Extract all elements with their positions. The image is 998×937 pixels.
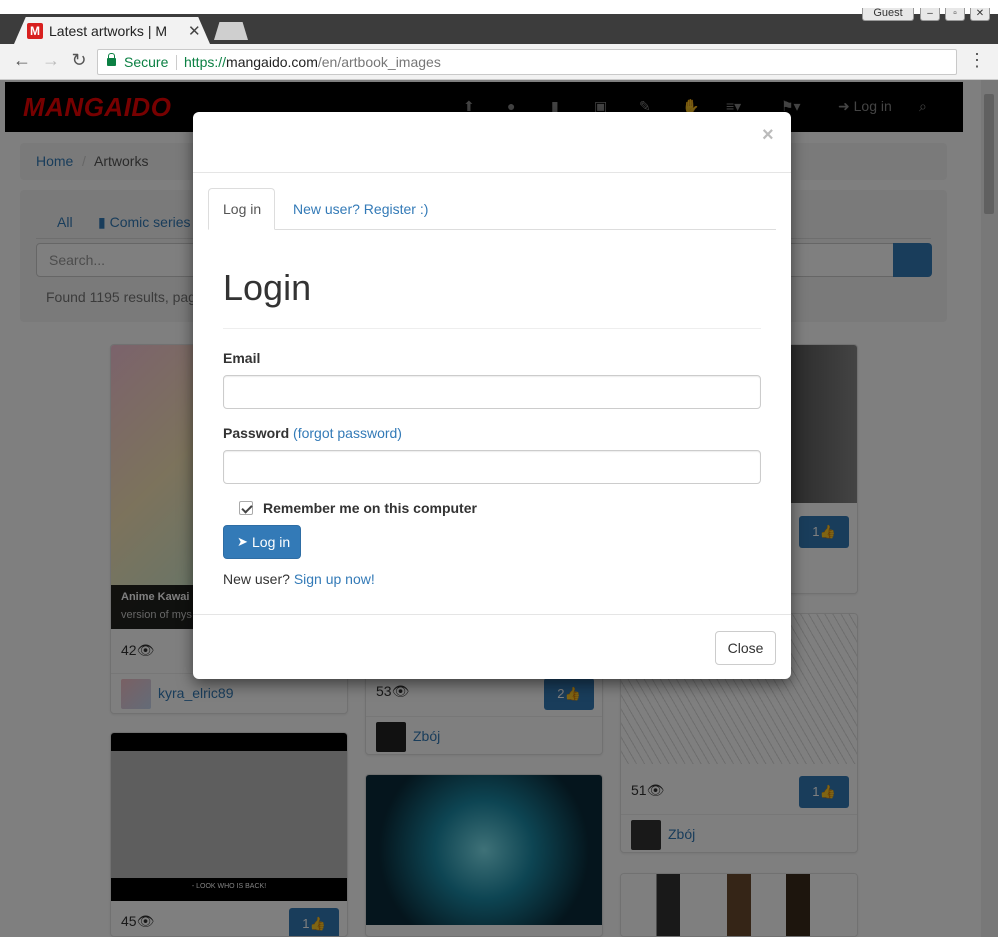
login-title: Login	[223, 267, 312, 308]
os-top-bar	[0, 0, 998, 14]
url-text: https://mangaido.com/en/artbook_images	[184, 54, 441, 70]
login-submit-label: Log in	[252, 534, 291, 550]
tab-register[interactable]: New user? Register :)	[293, 201, 428, 217]
remember-checkbox[interactable]	[239, 501, 253, 515]
tab-login[interactable]: Log in	[208, 188, 275, 230]
title-divider	[223, 328, 761, 329]
browser-tab[interactable]: M Latest artworks | M ✕	[14, 17, 210, 44]
password-field[interactable]	[223, 450, 761, 484]
email-label: Email	[223, 350, 261, 366]
tab-login-label: Log in	[223, 201, 262, 217]
remember-label[interactable]: Remember me on this computer	[263, 500, 477, 516]
tab-title: Latest artworks | M	[49, 23, 168, 39]
forward-icon[interactable]: →	[40, 50, 62, 71]
browser-toolbar: ← → ↻ Secure https://mangaido.com/en/art…	[0, 44, 998, 80]
lock-icon	[107, 53, 116, 66]
login-submit-button[interactable]: ➤ Log in	[223, 525, 301, 559]
modal-tabs-divider	[208, 229, 776, 230]
url-host: mangaido.com	[226, 54, 318, 70]
forgot-password-link[interactable]: (forgot password)	[293, 425, 402, 441]
profile-button[interactable]: Guest	[862, 8, 914, 21]
new-tab-button[interactable]	[214, 22, 248, 40]
modal-close-icon[interactable]: ×	[762, 124, 774, 147]
send-icon: ➤	[237, 534, 248, 549]
back-icon[interactable]: ←	[11, 50, 33, 71]
modal-header-divider	[193, 172, 791, 173]
window-close-icon[interactable]: ✕	[970, 8, 990, 21]
signup-link[interactable]: Sign up now!	[294, 571, 375, 587]
maximize-icon[interactable]: ▫	[945, 8, 965, 21]
omnibox-separator	[176, 55, 177, 70]
address-bar[interactable]: Secure https://mangaido.com/en/artbook_i…	[97, 49, 957, 75]
favicon-icon: M	[27, 23, 43, 39]
browser-tabstrip: M Latest artworks | M ✕	[0, 14, 998, 44]
secure-label: Secure	[124, 54, 169, 70]
reload-icon[interactable]: ↻	[68, 50, 90, 71]
login-modal: × Log in New user? Register :) Login Ema…	[193, 112, 791, 679]
minimize-icon[interactable]: –	[920, 8, 940, 21]
tab-close-icon[interactable]: ✕	[188, 22, 201, 40]
new-user-row: New user? Sign up now!	[223, 571, 375, 587]
close-button[interactable]: Close	[715, 631, 776, 665]
new-user-text: New user?	[223, 571, 290, 587]
browser-menu-icon[interactable]: ⋮	[968, 50, 986, 71]
password-label: Password	[223, 425, 290, 441]
password-label-row: Password (forgot password)	[223, 425, 402, 441]
url-scheme: https://	[184, 54, 227, 70]
modal-footer-divider	[193, 614, 791, 615]
email-field[interactable]	[223, 375, 761, 409]
url-path: /en/artbook_images	[317, 54, 441, 70]
